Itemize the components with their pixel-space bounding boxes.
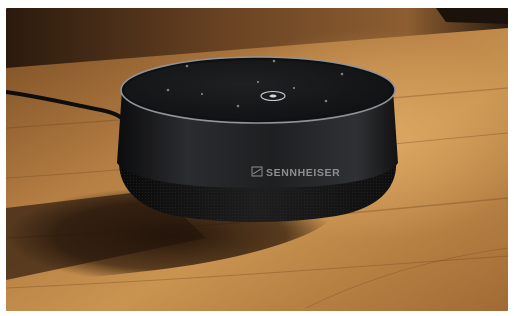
brand-wordmark: SENNHEISER (266, 167, 340, 179)
photo-scene: SENNHEISER (6, 8, 508, 311)
sennheiser-logo: SENNHEISER (251, 166, 340, 179)
speaker-device: SENNHEISER (117, 56, 398, 222)
speaker-top-surface (125, 60, 391, 120)
corner-shadow (436, 8, 508, 24)
product-photo: SENNHEISER (6, 8, 508, 311)
